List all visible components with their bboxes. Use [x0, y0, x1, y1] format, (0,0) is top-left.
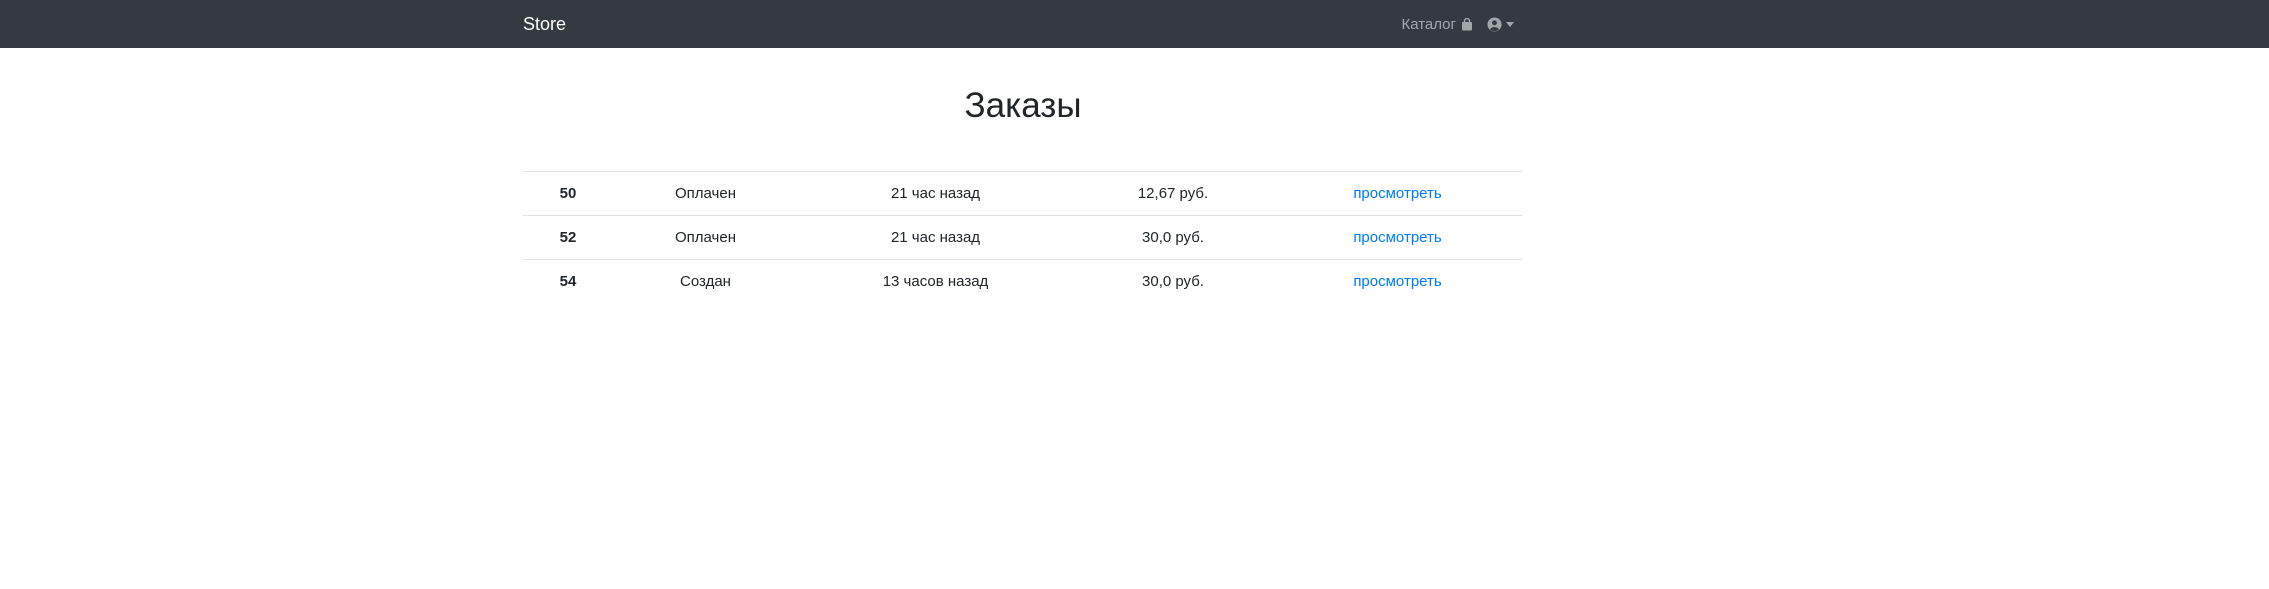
order-price: 30,0 руб.: [1073, 215, 1273, 260]
table-row: 50 Оплачен 21 час назад 12,67 руб. просм…: [523, 171, 1522, 216]
order-time: 21 час назад: [798, 171, 1073, 216]
orders-table: 50 Оплачен 21 час назад 12,67 руб. просм…: [523, 171, 1522, 303]
view-order-link[interactable]: просмотреть: [1353, 229, 1441, 246]
order-price: 12,67 руб.: [1073, 171, 1273, 216]
order-status: Оплачен: [613, 171, 798, 216]
order-link-cell: просмотреть: [1273, 215, 1522, 260]
order-id: 50: [523, 171, 613, 216]
table-row: 52 Оплачен 21 час назад 30,0 руб. просмо…: [523, 215, 1522, 260]
navbar: Store Каталог: [0, 0, 2269, 48]
navbar-right: Каталог: [1401, 12, 1514, 36]
order-status: Создан: [613, 259, 798, 303]
catalog-label: Каталог: [1401, 15, 1456, 33]
page-title: Заказы: [964, 86, 1082, 125]
brand-link[interactable]: Store: [523, 12, 566, 36]
view-order-link[interactable]: просмотреть: [1353, 273, 1441, 290]
user-menu-toggle[interactable]: [1487, 16, 1514, 32]
caret-down-icon: [1506, 21, 1514, 27]
shopping-bag-icon: [1462, 17, 1472, 30]
order-time: 21 час назад: [798, 215, 1073, 260]
order-price: 30,0 руб.: [1073, 259, 1273, 303]
catalog-link[interactable]: Каталог: [1401, 16, 1473, 33]
order-link-cell: просмотреть: [1273, 171, 1522, 216]
order-status: Оплачен: [613, 215, 798, 260]
order-id: 52: [523, 215, 613, 260]
user-circle-icon: [1487, 16, 1502, 32]
order-id: 54: [523, 259, 613, 303]
order-link-cell: просмотреть: [1273, 259, 1522, 303]
table-row: 54 Создан 13 часов назад 30,0 руб. просм…: [523, 259, 1522, 303]
order-time: 13 часов назад: [798, 259, 1073, 303]
view-order-link[interactable]: просмотреть: [1353, 185, 1441, 202]
